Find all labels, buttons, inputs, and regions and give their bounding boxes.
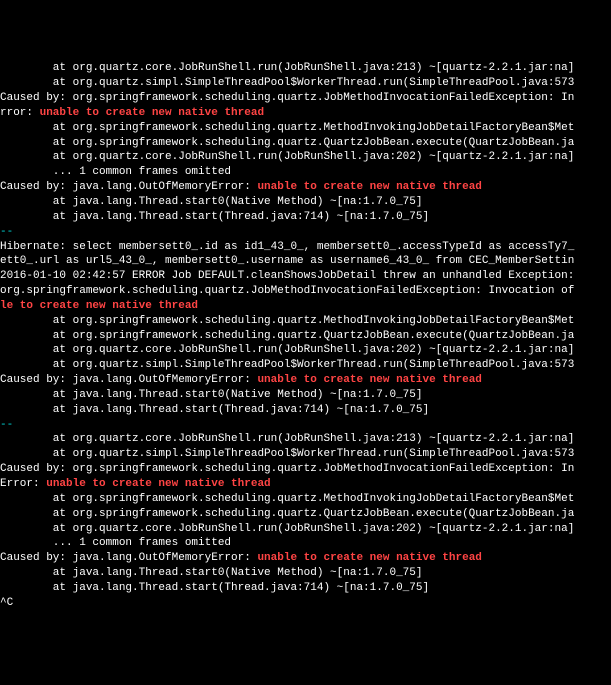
log-segment: at java.lang.Thread.start0(Native Method… [0, 196, 422, 208]
log-segment: rror: [0, 107, 40, 119]
log-line: at org.springframework.scheduling.quartz… [0, 121, 611, 136]
log-line: 2016-01-10 02:42:57 ERROR Job DEFAULT.cl… [0, 269, 611, 284]
log-segment: at org.springframework.scheduling.quartz… [0, 508, 574, 520]
log-segment: at java.lang.Thread.start(Thread.java:71… [0, 211, 429, 223]
log-segment: at org.quartz.simpl.SimpleThreadPool$Wor… [0, 77, 574, 89]
log-line: -- [0, 225, 611, 240]
log-segment: ... 1 common frames omitted [0, 166, 231, 178]
log-line: rror: unable to create new native thread [0, 106, 611, 121]
log-segment: Caused by: org.springframework.schedulin… [0, 92, 574, 104]
log-segment: at java.lang.Thread.start0(Native Method… [0, 389, 422, 401]
log-line: le to create new native thread [0, 299, 611, 314]
log-line: at org.quartz.core.JobRunShell.run(JobRu… [0, 61, 611, 76]
log-segment: Hibernate: select membersett0_.id as id1… [0, 241, 574, 253]
log-line: at java.lang.Thread.start(Thread.java:71… [0, 403, 611, 418]
log-segment: unable to create new native thread [257, 552, 481, 564]
log-line: ^C [0, 596, 611, 611]
log-segment: org.springframework.scheduling.quartz.Jo… [0, 285, 574, 297]
log-segment: at org.springframework.scheduling.quartz… [0, 122, 574, 134]
log-line: at org.quartz.simpl.SimpleThreadPool$Wor… [0, 76, 611, 91]
log-segment: at java.lang.Thread.start(Thread.java:71… [0, 404, 429, 416]
log-line: Caused by: java.lang.OutOfMemoryError: u… [0, 551, 611, 566]
log-segment: at org.springframework.scheduling.quartz… [0, 330, 574, 342]
log-segment: unable to create new native thread [257, 181, 481, 193]
log-segment: unable to create new native thread [257, 374, 481, 386]
log-line: at org.quartz.core.JobRunShell.run(JobRu… [0, 522, 611, 537]
log-segment: at org.quartz.core.JobRunShell.run(JobRu… [0, 433, 574, 445]
log-line: at org.quartz.simpl.SimpleThreadPool$Wor… [0, 447, 611, 462]
terminal-output: at org.quartz.core.JobRunShell.run(JobRu… [0, 59, 611, 610]
log-line: at org.springframework.scheduling.quartz… [0, 492, 611, 507]
log-line: org.springframework.scheduling.quartz.Jo… [0, 284, 611, 299]
log-line: at org.quartz.core.JobRunShell.run(JobRu… [0, 150, 611, 165]
log-segment: at org.quartz.simpl.SimpleThreadPool$Wor… [0, 359, 574, 371]
log-line: ... 1 common frames omitted [0, 165, 611, 180]
log-line: at org.quartz.core.JobRunShell.run(JobRu… [0, 432, 611, 447]
log-line: Error: unable to create new native threa… [0, 477, 611, 492]
log-line: at java.lang.Thread.start0(Native Method… [0, 566, 611, 581]
log-segment: -- [0, 419, 13, 431]
log-line: Caused by: java.lang.OutOfMemoryError: u… [0, 180, 611, 195]
log-segment: -- [0, 226, 13, 238]
log-segment: Caused by: java.lang.OutOfMemoryError: [0, 374, 257, 386]
log-segment: at org.springframework.scheduling.quartz… [0, 493, 574, 505]
log-line: -- [0, 418, 611, 433]
log-line: at org.springframework.scheduling.quartz… [0, 329, 611, 344]
log-line: ... 1 common frames omitted [0, 536, 611, 551]
log-line: at org.springframework.scheduling.quartz… [0, 136, 611, 151]
log-line: Caused by: java.lang.OutOfMemoryError: u… [0, 373, 611, 388]
log-segment: Caused by: java.lang.OutOfMemoryError: [0, 552, 257, 564]
log-segment: at org.quartz.core.JobRunShell.run(JobRu… [0, 344, 574, 356]
log-segment: unable to create new native thread [40, 107, 264, 119]
log-line: Hibernate: select membersett0_.id as id1… [0, 240, 611, 255]
log-line: Caused by: org.springframework.schedulin… [0, 91, 611, 106]
log-line: at java.lang.Thread.start(Thread.java:71… [0, 210, 611, 225]
log-segment: at org.quartz.core.JobRunShell.run(JobRu… [0, 523, 574, 535]
log-segment: le to create new native thread [0, 300, 198, 312]
log-line: at org.springframework.scheduling.quartz… [0, 314, 611, 329]
log-line: at java.lang.Thread.start(Thread.java:71… [0, 581, 611, 596]
log-segment: at org.quartz.core.JobRunShell.run(JobRu… [0, 62, 574, 74]
log-segment: Caused by: java.lang.OutOfMemoryError: [0, 181, 257, 193]
log-segment: at java.lang.Thread.start(Thread.java:71… [0, 582, 429, 594]
log-line: at java.lang.Thread.start0(Native Method… [0, 388, 611, 403]
log-segment: at org.quartz.simpl.SimpleThreadPool$Wor… [0, 448, 574, 460]
log-segment: at java.lang.Thread.start0(Native Method… [0, 567, 422, 579]
log-segment: at org.quartz.core.JobRunShell.run(JobRu… [0, 151, 574, 163]
log-line: at org.quartz.simpl.SimpleThreadPool$Wor… [0, 358, 611, 373]
log-segment: 2016-01-10 02:42:57 ERROR Job DEFAULT.cl… [0, 270, 574, 282]
log-line: Caused by: org.springframework.schedulin… [0, 462, 611, 477]
log-line: at org.quartz.core.JobRunShell.run(JobRu… [0, 343, 611, 358]
log-segment: ^C [0, 597, 13, 609]
log-line: at org.springframework.scheduling.quartz… [0, 507, 611, 522]
log-segment: unable to create new native thread [46, 478, 270, 490]
log-segment: ett0_.url as url5_43_0_, membersett0_.us… [0, 255, 574, 267]
log-line: at java.lang.Thread.start0(Native Method… [0, 195, 611, 210]
log-segment: Error: [0, 478, 46, 490]
log-segment: at org.springframework.scheduling.quartz… [0, 137, 574, 149]
log-segment: Caused by: org.springframework.schedulin… [0, 463, 574, 475]
log-segment: ... 1 common frames omitted [0, 537, 231, 549]
log-segment: at org.springframework.scheduling.quartz… [0, 315, 574, 327]
log-line: ett0_.url as url5_43_0_, membersett0_.us… [0, 254, 611, 269]
